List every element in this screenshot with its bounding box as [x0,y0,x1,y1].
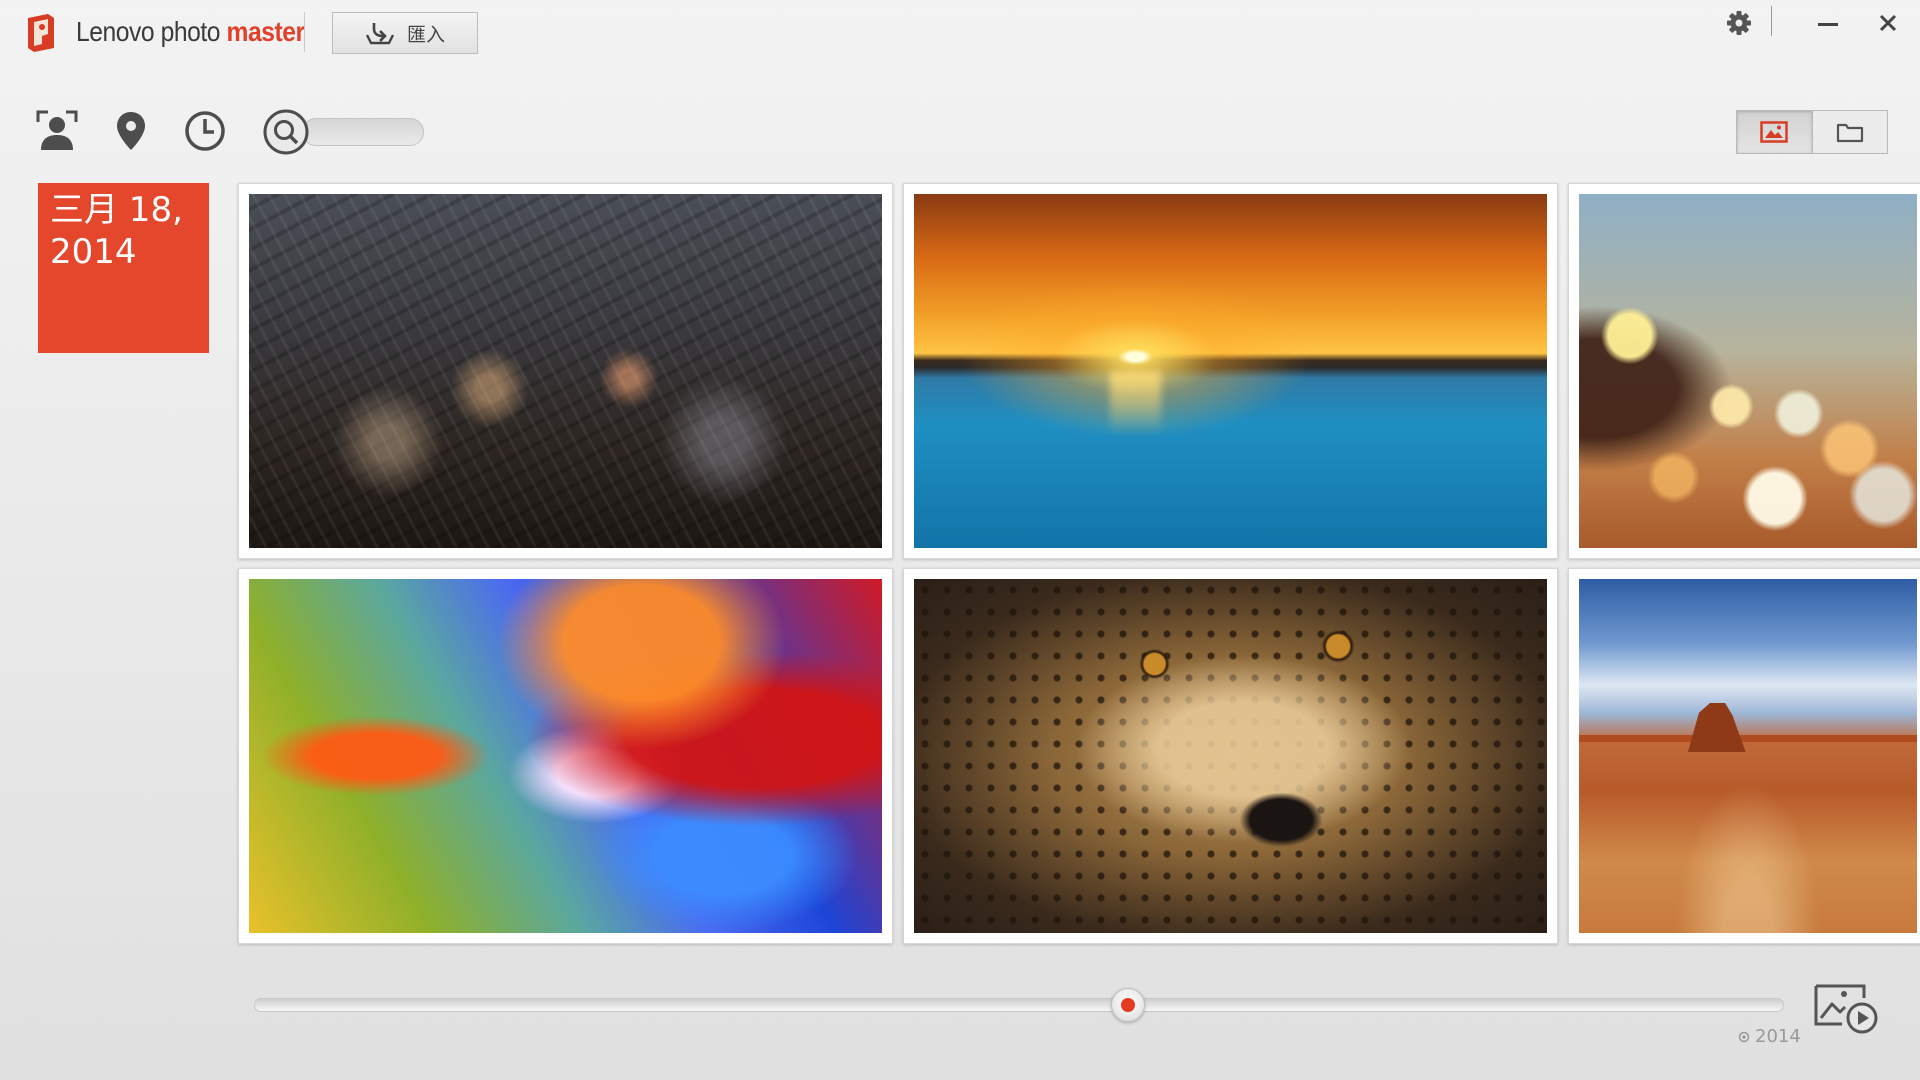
title-bar: Lenovo photo master 匯入 [0,0,1920,64]
photo-card[interactable] [1568,568,1920,944]
minimize-button[interactable] [1810,8,1846,38]
import-button[interactable]: 匯入 [332,12,478,54]
desert-butte-shape [1687,702,1746,753]
search-box [262,108,426,156]
clock-icon[interactable] [182,108,228,154]
import-icon [365,23,395,45]
search-input[interactable] [302,118,424,146]
window-controls-separator [1771,6,1772,36]
app-logo-icon [28,14,54,52]
timeline-year: 2014 [1738,1026,1801,1047]
photo-desert-butte [1579,579,1917,933]
close-button[interactable] [1870,8,1906,38]
photo-city-night [249,194,882,548]
timeline-year-marker-icon [1738,1031,1750,1042]
photo-card[interactable] [903,183,1558,559]
photo-card[interactable] [238,183,893,559]
date-group-day: 三月 18, [50,190,183,230]
folder-view-button[interactable] [1813,111,1888,153]
photo-bokeh-lights [1579,194,1917,548]
photo-flower-macro [249,579,882,933]
slideshow-button[interactable] [1812,980,1882,1036]
photo-view-icon [1760,121,1788,143]
timeline-slider-track[interactable] [254,998,1784,1012]
app-title: Lenovo photo master [76,16,305,48]
folder-view-icon [1836,123,1863,143]
timeline-year-label: 2014 [1755,1026,1801,1047]
app-title-accent: master [226,16,305,47]
view-mode-toggle [1736,110,1888,154]
timeline-slider-handle[interactable] [1110,988,1145,1022]
photo-sunset-lake [914,194,1547,548]
photo-cheetah [914,579,1547,933]
photo-card[interactable] [238,568,893,944]
date-group-year: 2014 [50,232,137,272]
search-icon[interactable] [262,108,310,156]
title-separator [304,12,305,52]
settings-icon[interactable] [1724,8,1754,38]
date-group-tile[interactable]: 三月 18, 2014 [38,183,209,353]
location-pin-icon[interactable] [108,108,154,154]
photo-card[interactable] [1568,183,1920,559]
photo-view-button[interactable] [1737,111,1813,153]
people-icon[interactable] [34,108,80,154]
photo-card[interactable] [903,568,1558,944]
import-button-label: 匯入 [406,23,445,46]
app-title-text: Lenovo photo [76,16,227,47]
